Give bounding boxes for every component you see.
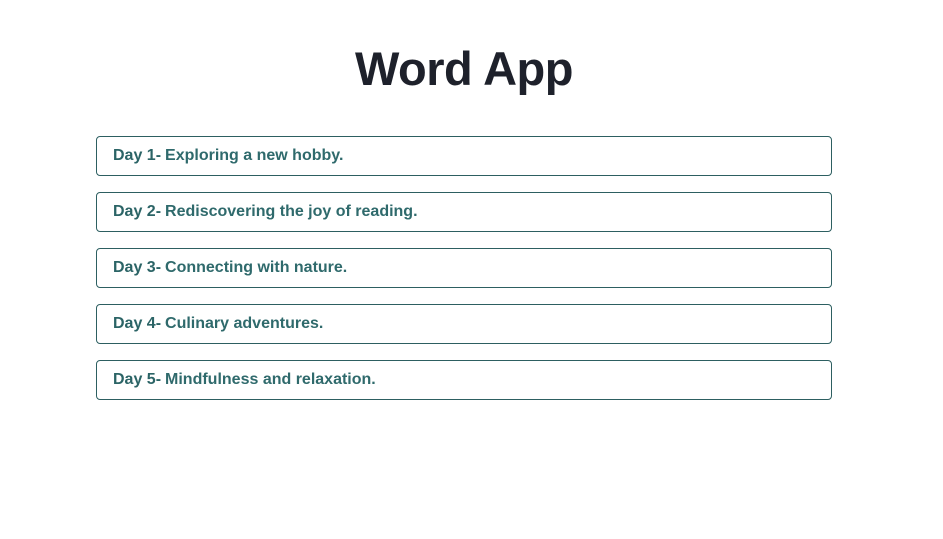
day-list: Day 1- Exploring a new hobby. Day 2- Red…: [96, 136, 832, 416]
day-text: Exploring a new hobby.: [165, 147, 344, 164]
day-item-2[interactable]: Day 2- Rediscovering the joy of reading.: [96, 192, 832, 232]
day-text: Mindfulness and relaxation.: [165, 371, 376, 388]
day-item-3[interactable]: Day 3- Connecting with nature.: [96, 248, 832, 288]
day-text: Connecting with nature.: [165, 259, 348, 276]
day-text: Culinary adventures.: [165, 315, 324, 332]
day-label: Day 3-: [113, 259, 162, 276]
day-label: Day 1-: [113, 147, 162, 164]
day-label: Day 5-: [113, 371, 162, 388]
day-item-4[interactable]: Day 4- Culinary adventures.: [96, 304, 832, 344]
day-label: Day 2-: [113, 203, 162, 220]
day-label: Day 4-: [113, 315, 162, 332]
day-item-1[interactable]: Day 1- Exploring a new hobby.: [96, 136, 832, 176]
day-text: Rediscovering the joy of reading.: [165, 203, 418, 220]
page-title: Word App: [355, 42, 573, 95]
day-item-5[interactable]: Day 5- Mindfulness and relaxation.: [96, 360, 832, 400]
